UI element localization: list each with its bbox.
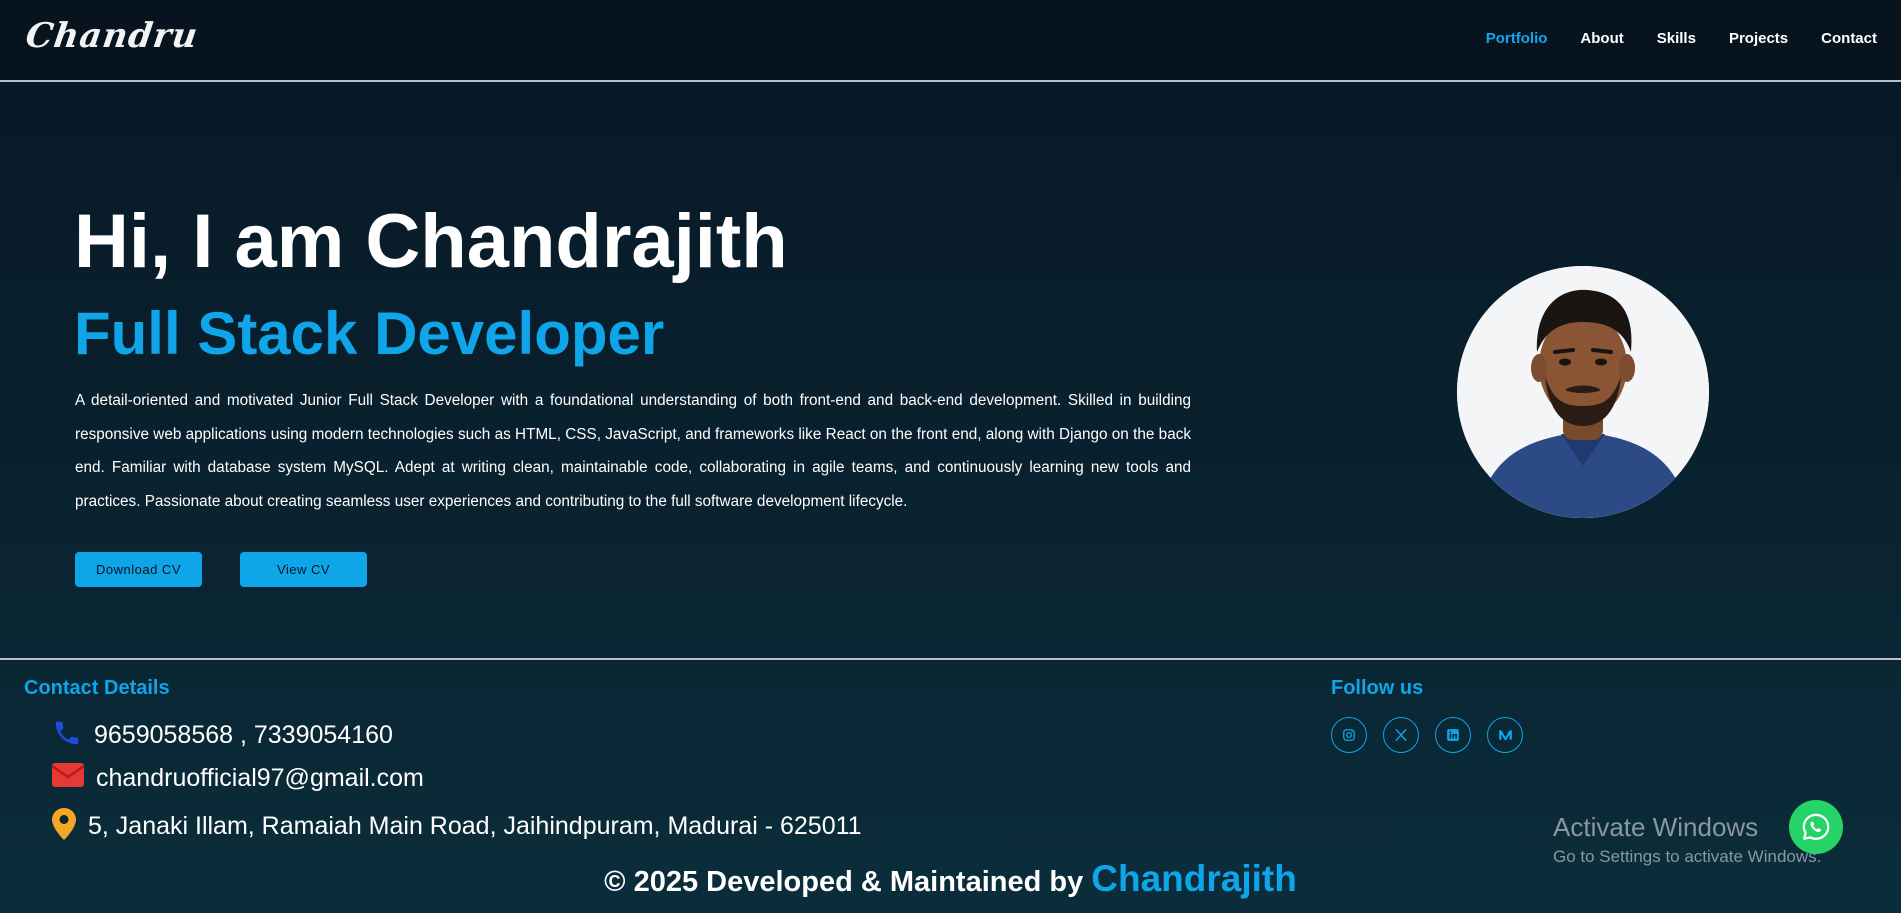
contact-phone-row: 9659058568 , 7339054160 xyxy=(52,718,393,753)
hero-title: Hi, I am Chandrajith xyxy=(74,199,788,284)
profile-avatar xyxy=(1457,266,1709,518)
nav-link-projects[interactable]: Projects xyxy=(1729,30,1788,47)
contact-address-row: 5, Janaki Illam, Ramaiah Main Road, Jaih… xyxy=(52,808,862,845)
follow-us-heading: Follow us xyxy=(1331,677,1424,699)
download-cv-button[interactable]: Download CV xyxy=(75,552,202,587)
envelope-icon xyxy=(51,763,85,794)
contact-phone-text: 9659058568 , 7339054160 xyxy=(94,721,393,749)
contact-address-text: 5, Janaki Illam, Ramaiah Main Road, Jaih… xyxy=(88,812,862,840)
nav-link-about[interactable]: About xyxy=(1580,30,1623,47)
nav-links: Portfolio About Skills Projects Contact xyxy=(1486,30,1877,47)
whatsapp-chat-button[interactable] xyxy=(1789,800,1843,854)
activate-windows-title: Activate Windows xyxy=(1553,812,1759,842)
social-links xyxy=(1331,717,1523,753)
footer-divider xyxy=(0,658,1901,660)
instagram-icon[interactable] xyxy=(1331,717,1367,753)
phone-icon xyxy=(52,718,82,753)
activate-windows-subtitle: Go to Settings to activate Windows. xyxy=(1553,847,1822,866)
contact-details-heading: Contact Details xyxy=(24,677,170,699)
copyright-name: Chandrajith xyxy=(1091,858,1297,899)
linkedin-icon[interactable] xyxy=(1435,717,1471,753)
view-cv-button[interactable]: View CV xyxy=(240,552,367,587)
activate-windows-watermark: Activate Windows Go to Settings to activ… xyxy=(1553,812,1821,868)
contact-email-text[interactable]: chandruofficial97@gmail.com xyxy=(96,764,424,793)
contact-email-row: chandruofficial97@gmail.com xyxy=(51,763,424,794)
hero-description: A detail-oriented and motivated Junior F… xyxy=(75,392,1191,510)
medium-icon[interactable] xyxy=(1487,717,1523,753)
site-logo[interactable]: Chandru xyxy=(23,16,201,56)
top-navbar: Chandru Portfolio About Skills Projects … xyxy=(0,0,1901,82)
portfolio-page: Chandru Portfolio About Skills Projects … xyxy=(0,0,1901,913)
nav-link-portfolio[interactable]: Portfolio xyxy=(1486,30,1548,47)
whatsapp-icon xyxy=(1802,813,1830,840)
copyright-prefix: © 2025 Developed & Maintained by xyxy=(604,866,1084,898)
location-pin-icon xyxy=(52,808,76,845)
nav-link-skills[interactable]: Skills xyxy=(1657,30,1696,47)
profile-photo-illustration xyxy=(1457,266,1709,518)
x-twitter-icon[interactable] xyxy=(1383,717,1419,753)
nav-link-contact[interactable]: Contact xyxy=(1821,30,1877,47)
hero-subtitle: Full Stack Developer xyxy=(74,300,665,367)
